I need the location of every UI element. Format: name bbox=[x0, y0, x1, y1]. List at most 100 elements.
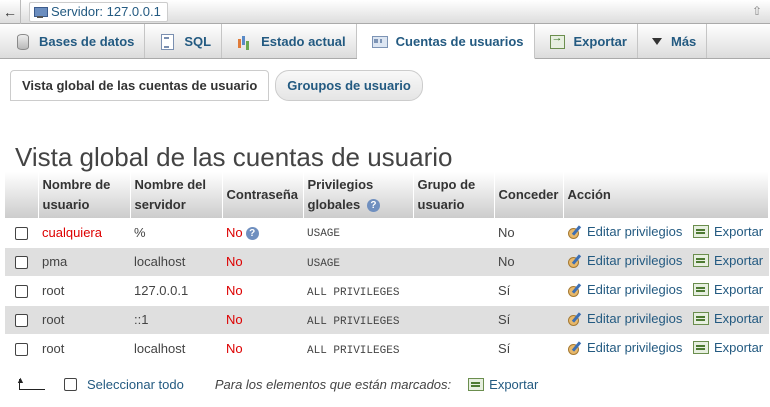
tab-sql[interactable]: SQL bbox=[145, 24, 223, 58]
cell-host: localhost bbox=[130, 247, 222, 277]
cell-grant: Sí bbox=[494, 334, 563, 364]
edit-privileges-link[interactable]: Editar privilegios bbox=[567, 253, 682, 269]
cell-grant: Sí bbox=[494, 276, 563, 306]
chevron-down-icon bbox=[651, 33, 662, 49]
back-arrow-icon[interactable]: ← bbox=[0, 0, 20, 24]
export-icon bbox=[693, 283, 709, 297]
subtab-overview[interactable]: Vista global de las cuentas de usuario bbox=[10, 70, 270, 101]
row-checkbox[interactable] bbox=[15, 256, 28, 270]
export-link[interactable]: Exportar bbox=[693, 224, 763, 239]
arrow-up-left-icon: ▲ bbox=[16, 375, 46, 391]
export-icon bbox=[693, 254, 709, 268]
header-action: Acción bbox=[563, 172, 769, 218]
subtab-user-groups[interactable]: Groupos de usuario bbox=[275, 70, 423, 101]
header-user[interactable]: Nombre de usuario bbox=[38, 172, 131, 218]
select-all-checkbox[interactable] bbox=[64, 377, 77, 391]
collapse-arrows-icon[interactable]: ⇧ bbox=[750, 3, 764, 19]
bulk-export-button[interactable]: Exportar bbox=[468, 377, 538, 392]
user-accounts-table: Nombre de usuario Nombre del servidor Co… bbox=[5, 172, 769, 364]
tab-databases[interactable]: Bases de datos bbox=[0, 24, 146, 58]
cell-user: root bbox=[38, 276, 130, 306]
table-row: root 127.0.0.1 No ALL PRIVILEGES Sí Edit… bbox=[5, 276, 769, 306]
tab-label: Más bbox=[670, 33, 697, 49]
cell-group bbox=[413, 305, 494, 335]
export-link[interactable]: Exportar bbox=[693, 340, 763, 355]
help-icon[interactable]: ? bbox=[245, 226, 259, 240]
export-link[interactable]: Exportar bbox=[693, 282, 763, 297]
header-host[interactable]: Nombre del servidor bbox=[130, 172, 223, 218]
export-label: Exportar bbox=[714, 224, 764, 239]
row-checkbox[interactable] bbox=[15, 343, 28, 357]
export-label: Exportar bbox=[714, 311, 764, 327]
server-icon bbox=[34, 6, 48, 18]
server-bar: ← Servidor: 127.0.0.1 ⇧ bbox=[0, 0, 770, 24]
cell-password: No bbox=[226, 224, 243, 240]
select-all[interactable]: Seleccionar todo bbox=[64, 377, 184, 392]
cell-host: % bbox=[130, 218, 222, 248]
subtabs: Vista global de las cuentas de usuario G… bbox=[10, 70, 423, 101]
header-group: Grupo de usuario bbox=[413, 172, 495, 218]
cell-group bbox=[413, 276, 494, 306]
bulk-actions: ▲ Seleccionar todo Para los elementos qu… bbox=[16, 374, 538, 394]
edit-privileges-icon bbox=[567, 253, 583, 269]
with-selected-label: Para los elementos que están marcados: bbox=[214, 376, 452, 392]
export-icon bbox=[693, 225, 709, 238]
tab-status[interactable]: Estado actual bbox=[222, 24, 357, 58]
main-menu: Bases de datos SQL Estado actual Cuentas… bbox=[0, 24, 770, 59]
server-label: Servidor: 127.0.0.1 bbox=[51, 4, 161, 19]
cell-group bbox=[413, 334, 494, 364]
cell-privileges: ALL PRIVILEGES bbox=[307, 286, 400, 299]
tab-label: SQL bbox=[184, 33, 212, 49]
header-privileges: Privilegios globales ? bbox=[303, 172, 414, 218]
edit-privileges-label: Editar privilegios bbox=[587, 281, 683, 297]
edit-privileges-icon bbox=[567, 340, 583, 356]
cell-privileges: USAGE bbox=[307, 257, 341, 270]
table-row: root localhost No ALL PRIVILEGES Sí Edit… bbox=[5, 334, 769, 364]
export-link[interactable]: Exportar bbox=[693, 311, 763, 326]
cell-grant: No bbox=[494, 218, 563, 248]
export-label: Exportar bbox=[714, 340, 764, 356]
export-icon bbox=[693, 341, 709, 355]
edit-privileges-label: Editar privilegios bbox=[587, 223, 683, 239]
edit-privileges-link[interactable]: Editar privilegios bbox=[567, 281, 683, 298]
user-accounts-icon bbox=[371, 33, 388, 49]
export-icon bbox=[693, 312, 709, 326]
table-row: cualquiera % No? USAGE No Editar privile… bbox=[5, 218, 769, 248]
cell-privileges: ALL PRIVILEGES bbox=[307, 315, 400, 328]
table-row: pma localhost No USAGE No Editar privile… bbox=[5, 247, 769, 277]
database-icon bbox=[14, 33, 30, 50]
header-privileges-label: Privilegios globales bbox=[307, 177, 374, 212]
tab-more[interactable]: Más bbox=[638, 24, 708, 58]
page-title: Vista global de las cuentas de usuario bbox=[15, 141, 453, 172]
row-checkbox[interactable] bbox=[15, 285, 28, 299]
select-all-label: Seleccionar todo bbox=[87, 376, 184, 392]
edit-privileges-link[interactable]: Editar privilegios bbox=[567, 311, 682, 327]
tab-export[interactable]: Exportar bbox=[535, 24, 638, 58]
header-password[interactable]: Contraseña bbox=[222, 172, 304, 218]
table-header-row: Nombre de usuario Nombre del servidor Co… bbox=[5, 172, 769, 218]
cell-password: No bbox=[226, 341, 243, 356]
header-grant: Conceder bbox=[494, 172, 564, 218]
export-link[interactable]: Exportar bbox=[693, 253, 763, 268]
tab-label: Estado actual bbox=[261, 33, 346, 49]
export-icon bbox=[549, 32, 565, 49]
cell-host: ::1 bbox=[130, 305, 222, 335]
server-breadcrumb[interactable]: Servidor: 127.0.0.1 bbox=[29, 1, 168, 22]
header-checkbox-col bbox=[5, 172, 39, 218]
row-checkbox[interactable] bbox=[15, 314, 28, 328]
divider bbox=[20, 0, 21, 24]
row-checkbox[interactable] bbox=[15, 226, 28, 240]
bulk-export-label: Exportar bbox=[489, 376, 539, 392]
edit-privileges-link[interactable]: Editar privilegios bbox=[567, 340, 682, 356]
export-label: Exportar bbox=[714, 282, 764, 298]
edit-privileges-icon bbox=[567, 224, 583, 239]
cell-password: No bbox=[226, 254, 243, 269]
export-icon bbox=[468, 377, 485, 391]
edit-privileges-link[interactable]: Editar privilegios bbox=[567, 224, 682, 239]
edit-privileges-icon bbox=[567, 282, 583, 298]
cell-group bbox=[413, 218, 494, 248]
edit-privileges-icon bbox=[567, 311, 583, 327]
help-icon[interactable]: ? bbox=[366, 199, 380, 213]
tab-user-accounts[interactable]: Cuentas de usuarios bbox=[356, 24, 535, 59]
cell-user: root bbox=[38, 334, 130, 364]
